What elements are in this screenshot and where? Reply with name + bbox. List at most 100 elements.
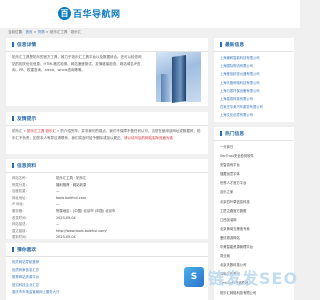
detail-text: 铂乐汇工具是铂乐的官方工具，致力于铂乐汇工具平台以及数据综合。还可以检查网站的相… bbox=[12, 55, 142, 73]
watermark-text: 链发发SEO bbox=[208, 269, 299, 288]
hot-item[interactable]: 江西加油网 bbox=[220, 216, 290, 225]
info-card: 信息资料 网站名称： 铂乐汇工具 · 铂乐汇 所属分类： 福利推荐 · 网站收录 百… bbox=[6, 159, 208, 239]
hot-title-text: 热门信息 bbox=[225, 132, 245, 137]
info-row: 网站名称： 铂乐汇工具 · 铂乐汇 bbox=[12, 175, 202, 182]
latest-item[interactable]: 上海万振环保设备有限公司 bbox=[220, 87, 290, 95]
site-screenshot[interactable] bbox=[156, 52, 201, 103]
hot-item[interactable]: 迈乐之家 bbox=[220, 188, 290, 197]
hot-item[interactable]: 北京黄岗五粮液专卖 bbox=[220, 225, 290, 234]
info-value: 铂乐汇工具 · 铂乐汇 bbox=[56, 176, 87, 180]
detail-title: 信息详情 bbox=[6, 38, 208, 52]
info-key: 所属分类： bbox=[12, 182, 29, 187]
info-key: 网站名称： bbox=[12, 176, 29, 180]
latest-card: 最新信息 上海瀚和智能科技有限公司 上海国际物流有限公司 上海爱信精密仪器有限公… bbox=[214, 38, 294, 122]
hot-item[interactable]: 工匠之路官方旗舰 bbox=[220, 207, 290, 216]
title-bar-icon bbox=[220, 42, 222, 47]
info-key: 服务器： bbox=[12, 208, 26, 213]
breadcrumb-label: 当前位置： bbox=[8, 30, 26, 34]
notice-warning: 请以访问后的网站实际页面为准 bbox=[124, 135, 173, 140]
related-item[interactable]: 推荐网站资源平台 bbox=[12, 274, 132, 282]
info-row: 网址地址： tools.bolehui.com bbox=[12, 195, 202, 202]
hot-item[interactable]: 一分钟日 bbox=[220, 143, 290, 152]
seo-watermark: S 链发发SEO bbox=[184, 265, 298, 289]
breadcrumb-current: 铂乐汇工具 · 铂乐汇 bbox=[49, 30, 82, 34]
related-title: 猜你喜欢 bbox=[6, 243, 208, 257]
building-shape bbox=[161, 74, 170, 102]
info-value: 2023-09-04 bbox=[56, 215, 76, 220]
info-value: 2023-09-04 bbox=[56, 235, 76, 240]
detail-title-text: 信息详情 bbox=[17, 43, 37, 48]
notice-prefix: 铂乐汇 » bbox=[12, 129, 27, 133]
latest-item[interactable]: 上海文化创意有限公司 bbox=[220, 111, 290, 119]
latest-item[interactable]: 上海国际物流有限公司 bbox=[220, 62, 290, 70]
latest-item[interactable]: 上海瀚和智能科技有限公司 bbox=[220, 54, 290, 62]
related-item[interactable]: 优质商家信息汇总 bbox=[12, 267, 132, 275]
latest-item[interactable]: 石家庄华美汽车服务有限公司 bbox=[220, 103, 290, 111]
notice-text: 铂乐汇 » 铂乐汇工具 铂乐汇 » 的介绍完毕，并非我们的观点，我们不保障不做任… bbox=[12, 128, 202, 142]
info-key: IP 地址： bbox=[12, 202, 27, 207]
info-row: 更新时间： 2023-09-04 bbox=[12, 234, 202, 241]
related-list: 相关网站导航推荐 优质商家信息汇总 推荐网站资源平台 前沿科技企业汇总 重庆市市… bbox=[12, 259, 132, 297]
latest-item[interactable]: 上海易辰科技有限公司 bbox=[220, 95, 290, 103]
title-bar-icon bbox=[12, 247, 14, 252]
hot-item[interactable]: 华美智能资源管理平台 bbox=[220, 243, 290, 252]
notice-title: 友情提示 bbox=[6, 112, 208, 126]
latest-item[interactable]: 上海爱信精密仪器有限公司 bbox=[220, 70, 290, 78]
hot-title: 热门信息 bbox=[214, 127, 294, 141]
info-value[interactable]: http://www.tools.bolehui.com/ bbox=[56, 228, 107, 235]
related-item[interactable]: 前沿科技企业汇总 bbox=[12, 282, 132, 290]
title-bar-icon bbox=[12, 116, 14, 121]
breadcrumb-category-link[interactable]: 货物 bbox=[38, 30, 45, 34]
title-bar-icon bbox=[220, 131, 222, 136]
building-shape bbox=[172, 55, 186, 103]
info-key: 收录时间： bbox=[12, 215, 29, 220]
header: 百 百华导航网 bbox=[0, 0, 300, 28]
info-row: 所属分类： 福利推荐 · 网站收录 bbox=[12, 182, 202, 189]
info-key: 网站描述： bbox=[12, 222, 29, 227]
info-list: 网站名称： 铂乐汇工具 · 铂乐汇 所属分类： 福利推荐 · 网站收录 百度权重： —… bbox=[12, 175, 202, 241]
info-key: 网址地址： bbox=[12, 195, 29, 200]
info-row: 百度权重： — bbox=[12, 188, 202, 195]
info-key: 直达链接： bbox=[12, 228, 29, 233]
latest-item[interactable]: 上海久隆网络科技有限公司 bbox=[220, 79, 290, 87]
info-value: — bbox=[56, 189, 60, 194]
info-row: IP 地址： — bbox=[12, 201, 202, 208]
seo-logo-icon: S bbox=[184, 267, 204, 287]
site-logo[interactable]: 百 百华导航网 bbox=[58, 6, 121, 20]
info-value[interactable]: 福利推荐 · 网站收录 bbox=[56, 182, 86, 189]
info-key: 百度权重： bbox=[12, 189, 29, 194]
info-value: — bbox=[56, 202, 60, 207]
latest-title-text: 最新信息 bbox=[225, 43, 245, 48]
notice-site-link[interactable]: 铂乐汇工具 铂乐汇 bbox=[27, 129, 56, 133]
info-key: 更新时间： bbox=[12, 235, 29, 240]
title-bar-icon bbox=[12, 163, 14, 168]
info-row: 服务器： 所属地区：(中国) 北京市 (中国) 北京市 bbox=[12, 208, 202, 215]
hot-item[interactable]: 北京四叶草信息科技 bbox=[220, 198, 290, 207]
latest-title: 最新信息 bbox=[214, 38, 294, 52]
breadcrumb-home-link[interactable]: 首页 bbox=[26, 30, 33, 34]
hot-item[interactable]: 世界人才官方平台 bbox=[220, 179, 290, 188]
notice-title-text: 友情提示 bbox=[17, 117, 37, 122]
info-value: 所属地区：(中国) 北京市 (中国) 北京市 bbox=[56, 208, 116, 213]
breadcrumb: 当前位置：首页 > 货物 > 铂乐汇工具 · 铂乐汇 bbox=[8, 30, 81, 35]
hot-item[interactable]: 安智游戏平台 bbox=[220, 161, 290, 170]
hot-item[interactable]: 搜藏创意字体 bbox=[220, 170, 290, 179]
hot-item[interactable]: 爱情旅游网站 bbox=[220, 234, 290, 243]
info-row: 网站描述： — bbox=[12, 221, 202, 228]
hot-item[interactable]: 同业网 bbox=[220, 252, 290, 261]
hot-item[interactable]: SecTrust安全检测软件 bbox=[220, 152, 290, 161]
title-bar-icon bbox=[12, 42, 14, 47]
hot-item[interactable]: 铂乐汇网络科技有限公司 bbox=[220, 289, 290, 298]
related-item[interactable]: 重庆市市场监管局网上服务大厅 bbox=[12, 289, 132, 297]
info-title-text: 信息资料 bbox=[17, 164, 37, 169]
info-value: — bbox=[56, 222, 60, 227]
detail-card: 信息详情 铂乐汇工具是铂乐的官方工具，致力于铂乐汇工具平台以及数据综合。还可以检… bbox=[6, 38, 208, 106]
info-row: 直达链接： http://www.tools.bolehui.com/ bbox=[12, 228, 202, 235]
info-title: 信息资料 bbox=[6, 159, 208, 173]
related-title-text: 猜你喜欢 bbox=[17, 248, 37, 253]
info-row: 收录时间： 2023-09-04 bbox=[12, 215, 202, 222]
latest-list: 上海瀚和智能科技有限公司 上海国际物流有限公司 上海爱信精密仪器有限公司 上海久… bbox=[220, 54, 290, 120]
related-item[interactable]: 相关网站导航推荐 bbox=[12, 259, 132, 267]
info-value[interactable]: tools.bolehui.com bbox=[56, 195, 86, 202]
related-card: 猜你喜欢 相关网站导航推荐 优质商家信息汇总 推荐网站资源平台 前沿科技企业汇总… bbox=[6, 243, 208, 300]
